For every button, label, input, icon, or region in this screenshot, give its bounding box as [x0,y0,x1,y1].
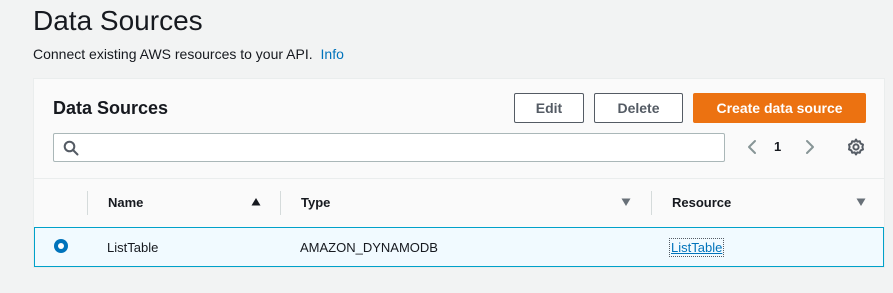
column-divider [87,191,88,215]
page-description-text: Connect existing AWS resources to your A… [33,46,313,62]
gear-icon[interactable] [846,137,866,157]
search-input[interactable] [86,137,720,160]
cell-type: AMAZON_DYNAMODB [300,240,438,255]
create-data-source-button[interactable]: Create data source [693,93,866,123]
column-header-type[interactable]: Type [301,195,330,210]
table-header: Name Type Resource [34,178,884,226]
pagination-current-page[interactable]: 1 [774,139,781,154]
info-link[interactable]: Info [321,46,344,62]
column-header-resource[interactable]: Resource [672,195,731,210]
cell-name: ListTable [107,240,159,255]
sort-ascending-icon[interactable] [251,197,261,207]
chevron-right-icon[interactable] [802,135,818,159]
edit-button[interactable]: Edit [514,93,584,123]
page-description: Connect existing AWS resources to your A… [33,45,344,63]
column-divider [280,191,281,215]
sort-caret-down-icon[interactable] [621,197,631,207]
column-header-name[interactable]: Name [108,195,143,210]
search-icon [63,140,79,156]
delete-button[interactable]: Delete [594,93,683,123]
cell-resource-link[interactable]: ListTable [668,238,725,257]
chevron-left-icon[interactable] [744,135,760,159]
sort-caret-down-icon[interactable] [856,197,866,207]
data-sources-panel: Data Sources Edit Delete Create data sou… [33,78,885,268]
row-select-radio[interactable] [54,239,68,253]
column-divider [651,191,652,215]
panel-body: Data Sources Edit Delete Create data sou… [34,79,884,267]
panel-title: Data Sources [53,98,169,118]
search-field[interactable] [53,133,725,162]
page-title: Data Sources [33,5,203,36]
table-row[interactable]: ListTable AMAZON_DYNAMODB ListTable [34,227,884,267]
